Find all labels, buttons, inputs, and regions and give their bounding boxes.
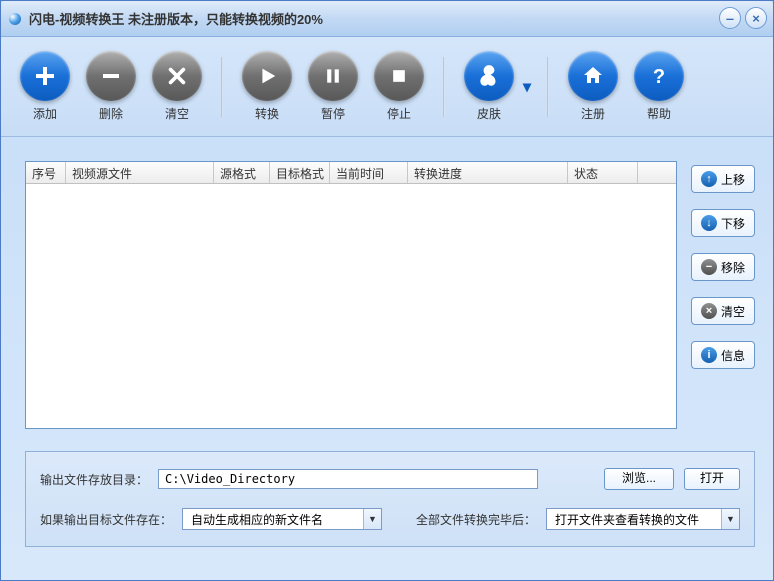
exists-label: 如果输出目标文件存在： [40,511,172,528]
after-label: 全部文件转换完毕后： [416,511,536,528]
svg-text:?: ? [653,66,665,88]
skin-dropdown-icon[interactable]: ▾ [523,77,531,97]
titlebar: 闪电-视频转换王 未注册版本，只能转换视频的20% ‒ × [1,1,773,37]
register-button[interactable]: 注册 [565,51,621,122]
browse-button[interactable]: 浏览... [604,468,674,490]
x-icon: × [701,303,717,319]
stop-button[interactable]: 停止 [371,51,427,122]
pause-button[interactable]: 暂停 [305,51,361,122]
file-table: 序号 视频源文件 源格式 目标格式 当前时间 转换进度 状态 [25,161,677,429]
arrow-up-icon: ↑ [701,171,717,187]
question-icon: ? [634,51,684,101]
col-srcfmt[interactable]: 源格式 [214,162,270,183]
output-panel: 输出文件存放目录： 浏览... 打开 如果输出目标文件存在： 自动生成相应的新文… [25,451,755,547]
minimize-button[interactable]: ‒ [719,7,741,29]
clear-button[interactable]: 清空 [149,51,205,122]
col-seq[interactable]: 序号 [26,162,66,183]
col-curtime[interactable]: 当前时间 [330,162,408,183]
col-dstfmt[interactable]: 目标格式 [270,162,330,183]
side-buttons: ↑上移 ↓下移 −移除 ×清空 i信息 [691,161,755,429]
remove-button[interactable]: −移除 [691,253,755,281]
separator [443,57,445,117]
chevron-down-icon: ▼ [721,509,739,529]
minus-icon [86,51,136,101]
info-button[interactable]: i信息 [691,341,755,369]
exists-select[interactable]: 自动生成相应的新文件名 ▼ [182,508,382,530]
delete-button[interactable]: 删除 [83,51,139,122]
window-controls: ‒ × [719,7,767,29]
help-button[interactable]: ? 帮助 [631,51,687,122]
skin-icon [464,51,514,101]
convert-button[interactable]: 转换 [239,51,295,122]
close-button[interactable]: × [745,7,767,29]
minus-icon: − [701,259,717,275]
output-dir-row: 输出文件存放目录： 浏览... 打开 [40,468,740,490]
window-title: 闪电-视频转换王 未注册版本，只能转换视频的20% [29,9,323,28]
col-source[interactable]: 视频源文件 [66,162,214,183]
plus-icon [20,51,70,101]
open-button[interactable]: 打开 [684,468,740,490]
pause-icon [308,51,358,101]
play-icon [242,51,292,101]
add-button[interactable]: 添加 [17,51,73,122]
clear-side-button[interactable]: ×清空 [691,297,755,325]
app-icon [9,13,21,25]
output-dir-input[interactable] [158,469,538,489]
x-icon [152,51,202,101]
movedown-button[interactable]: ↓下移 [691,209,755,237]
col-spacer [638,162,676,183]
separator [547,57,549,117]
info-icon: i [701,347,717,363]
toolbar: 添加 删除 清空 转换 暂停 [1,37,773,137]
home-icon [568,51,618,101]
chevron-down-icon: ▼ [363,509,381,529]
app-window: 闪电-视频转换王 未注册版本，只能转换视频的20% ‒ × 添加 删除 清空 [0,0,774,581]
options-row: 如果输出目标文件存在： 自动生成相应的新文件名 ▼ 全部文件转换完毕后： 打开文… [40,508,740,530]
moveup-button[interactable]: ↑上移 [691,165,755,193]
arrow-down-icon: ↓ [701,215,717,231]
output-dir-label: 输出文件存放目录： [40,471,148,488]
skin-button[interactable]: 皮肤 [461,51,517,122]
after-select[interactable]: 打开文件夹查看转换的文件 ▼ [546,508,740,530]
table-header: 序号 视频源文件 源格式 目标格式 当前时间 转换进度 状态 [26,162,676,184]
table-body[interactable] [26,184,676,428]
content-area: 序号 视频源文件 源格式 目标格式 当前时间 转换进度 状态 ↑上移 ↓下移 −… [1,137,773,441]
separator [221,57,223,117]
col-status[interactable]: 状态 [568,162,638,183]
stop-icon [374,51,424,101]
col-progress[interactable]: 转换进度 [408,162,568,183]
